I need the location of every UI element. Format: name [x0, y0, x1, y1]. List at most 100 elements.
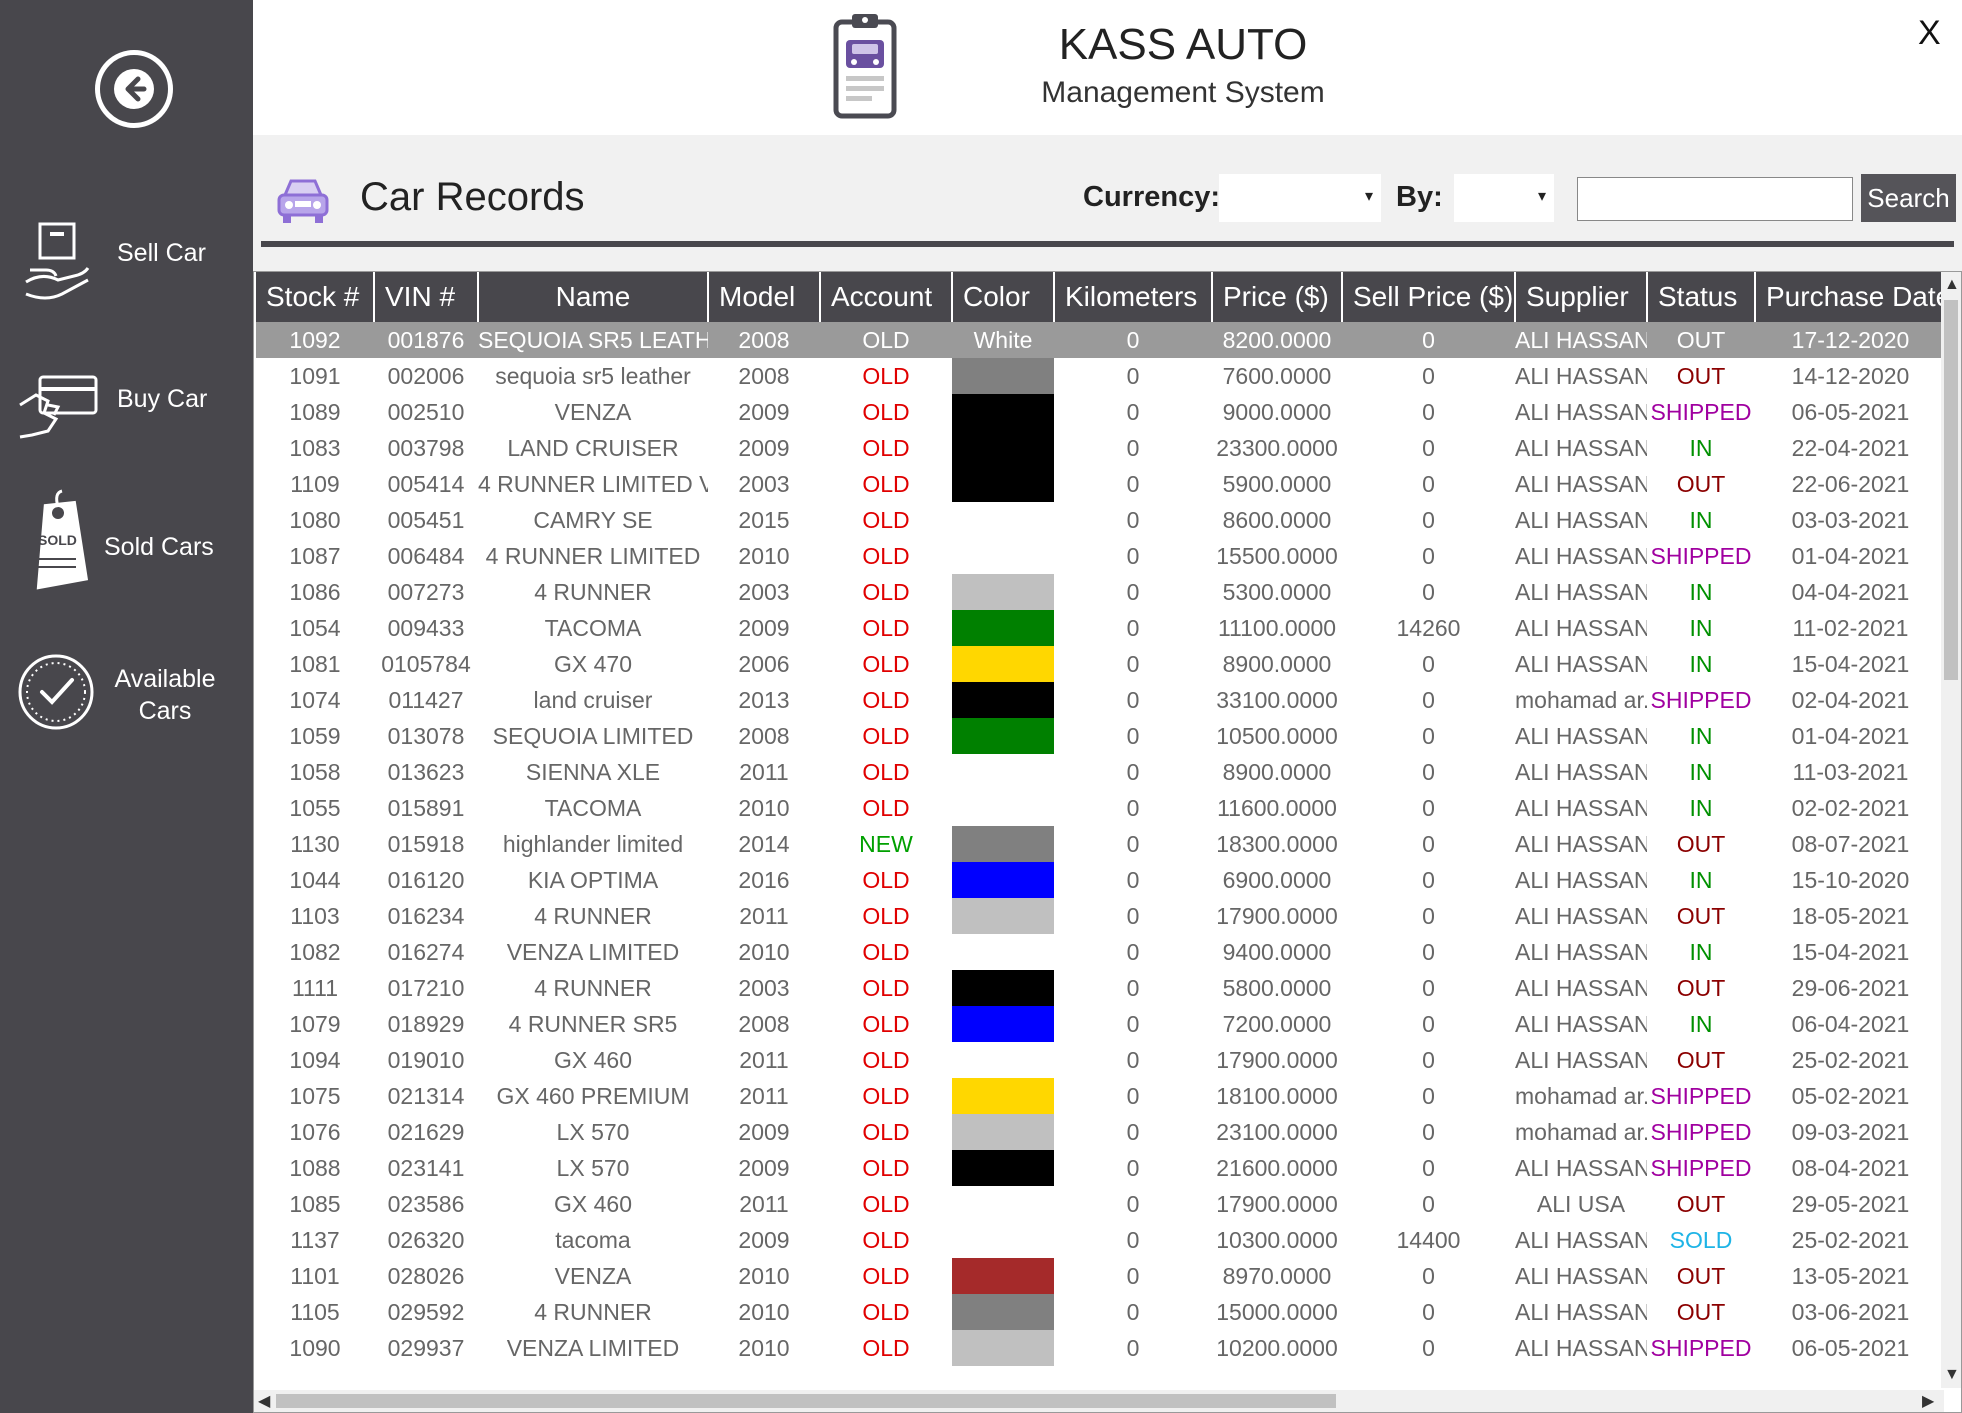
table-row[interactable]: 1094 019010 GX 460 2011 OLD 0 17900.0000 0 ALI H…: [256, 1042, 1946, 1078]
sidebar-item-buy-car[interactable]: Buy Car: [0, 365, 253, 455]
table-row[interactable]: 1103 016234 4 RUNNER 2011 OLD 0 17900.0000 0 ALI…: [256, 898, 1946, 934]
stock-cell: 1087: [289, 542, 341, 569]
table-row[interactable]: 1092001876SEQUOIA SR5 LEATHER2008 OLD Whit…: [256, 322, 1946, 358]
column-header-color[interactable]: Color: [952, 272, 1055, 322]
sell-price-cell: 0: [1422, 506, 1435, 533]
sidebar-item-label: Buy Car: [117, 385, 208, 413]
column-header-price[interactable]: Price ($): [1212, 272, 1343, 322]
vertical-scrollbar[interactable]: ▲ ▼: [1941, 272, 1961, 1388]
price-cell: 10300.0000: [1216, 1226, 1338, 1253]
account-value: OLD: [862, 1226, 910, 1253]
table-row[interactable]: 1082 016274 VENZA LIMITED 2010 OLD 0 9400.0000…: [256, 934, 1946, 970]
price-cell: 21600.0000: [1216, 1154, 1338, 1181]
table-row[interactable]: 1105 029592 4 RUNNER 2010 OLD 0 15000.0000 0 ALI…: [256, 1294, 1946, 1330]
back-button[interactable]: [95, 50, 173, 128]
scroll-right-icon[interactable]: ▶: [1922, 1391, 1934, 1411]
table-row[interactable]: 1085 023586 GX 460 2011 OLD 0 17900.0000 0 ALI U…: [256, 1186, 1946, 1222]
purchase-date-cell: 03-03-2021: [1791, 506, 1910, 533]
table-row[interactable]: 1080 005451 CAMRY SE 2015 OLD 0 8600.0000 0 ALI …: [256, 502, 1946, 538]
supplier-cell: ALI HASSAN: [1515, 1262, 1647, 1289]
table-row[interactable]: 1090 029937 VENZA LIMITED 2010 OLD 0 10200.000…: [256, 1330, 1946, 1366]
scroll-left-icon[interactable]: ◀: [258, 1391, 270, 1411]
column-header-name[interactable]: Name: [478, 272, 709, 322]
name-cell: VENZA LIMITED: [506, 1334, 680, 1361]
supplier-cell: ALI HASSAN: [1515, 1226, 1647, 1253]
column-header-supplier[interactable]: Supplier: [1515, 272, 1648, 322]
kilometers-cell: 0: [1126, 902, 1140, 929]
vin-cell: 019010: [387, 1046, 465, 1073]
table-row[interactable]: 1111 017210 4 RUNNER 2003 OLD 0 5800.0000 0 ALI …: [256, 970, 1946, 1006]
table-row[interactable]: 1137 026320 tacoma 2009 OLD 0 10300.0000 14400 A…: [256, 1222, 1946, 1258]
column-header-purchase-date[interactable]: Purchase Date: [1755, 272, 1947, 322]
model-cell: 2010: [738, 938, 790, 965]
vin-cell: 028026: [387, 1262, 465, 1289]
currency-dropdown[interactable]: ▾: [1219, 174, 1381, 222]
name-cell: 4 RUNNER LIMITED V8: [478, 470, 708, 497]
account-cell: OLD: [820, 862, 952, 898]
purchase-date-cell: 29-06-2021: [1791, 974, 1910, 1001]
price-cell: 9000.0000: [1222, 398, 1332, 425]
table-row[interactable]: 1075 021314 GX 460 PREMIUM 2011 OLD 0 18100.00…: [256, 1078, 1946, 1114]
sidebar-item-sold-cars[interactable]: SOLD Sold Cars: [0, 487, 253, 597]
vin-cell: 005414: [387, 470, 465, 497]
table-row[interactable]: 1076 021629 LX 570 2009 OLD 0 23100.0000 0 moham…: [256, 1114, 1946, 1150]
table-row[interactable]: 1074 011427 land cruiser 2013 OLD 0 33100.0000…: [256, 682, 1946, 718]
column-header-vin[interactable]: VIN #: [374, 272, 479, 322]
sidebar-item-sell-car[interactable]: Sell Car: [0, 215, 253, 315]
table-row[interactable]: 1059 013078 SEQUOIA LIMITED 2008 OLD 0 10500.0…: [256, 718, 1946, 754]
vin-cell: 006484: [387, 542, 465, 569]
table-row[interactable]: 1091 002006 sequoia sr5 leather 2008 OLD 0 760…: [256, 358, 1946, 394]
table-row[interactable]: 1130 015918 highlander limited 2014 NEW 0 1830…: [256, 826, 1946, 862]
purchase-date-cell: 09-03-2021: [1791, 1118, 1910, 1145]
divider: [261, 241, 1954, 247]
scroll-down-icon[interactable]: ▼: [1944, 1366, 1960, 1384]
account-value: OLD: [862, 542, 910, 569]
table-row[interactable]: 1087 006484 4 RUNNER LIMITED 2010 OLD 0 15500.…: [256, 538, 1946, 574]
vertical-scroll-thumb[interactable]: [1944, 300, 1958, 680]
status-cell: OUT: [1647, 1186, 1755, 1222]
sidebar-item-available-cars[interactable]: Available Cars: [0, 637, 253, 747]
column-header-account[interactable]: Account: [820, 272, 953, 322]
table-row[interactable]: 1054 009433 TACOMA 2009 OLD 0 11100.0000 14260 A…: [256, 610, 1946, 646]
table-row[interactable]: 1083 003798 LAND CRUISER 2009 OLD 0 23300.0000…: [256, 430, 1946, 466]
column-header-kilometers[interactable]: Kilometers: [1054, 272, 1213, 322]
table-row[interactable]: 1079 018929 4 RUNNER SR5 2008 OLD 0 7200.0000 0…: [256, 1006, 1946, 1042]
close-button[interactable]: X: [1918, 14, 1941, 53]
table-row[interactable]: 1109 005414 4 RUNNER LIMITED V8 2003 OLD 0 590…: [256, 466, 1946, 502]
table-row[interactable]: 1044 016120 KIA OPTIMA 2016 OLD 0 6900.0000 0 AL…: [256, 862, 1946, 898]
price-cell: 9400.0000: [1222, 938, 1332, 965]
scroll-up-icon[interactable]: ▲: [1944, 276, 1960, 294]
table-row[interactable]: 1058 013623 SIENNA XLE 2011 OLD 0 8900.0000 0 AL…: [256, 754, 1946, 790]
supplier-cell: ALI HASSAN: [1515, 1154, 1647, 1181]
table-row[interactable]: 1089 002510 VENZA 2009 OLD 0 9000.0000 0 ALI HAS…: [256, 394, 1946, 430]
column-header-sell-price[interactable]: Sell Price ($): [1342, 272, 1516, 322]
search-button[interactable]: Search: [1861, 174, 1956, 222]
model-cell: 2009: [738, 398, 790, 425]
search-input[interactable]: [1577, 177, 1853, 221]
table-row[interactable]: 1055 015891 TACOMA 2010 OLD 0 11600.0000 0 ALI H…: [256, 790, 1946, 826]
stock-cell: 1075: [289, 1082, 341, 1109]
horizontal-scrollbar[interactable]: ◀ ▶: [254, 1390, 1944, 1412]
model-cell: 2009: [738, 434, 790, 461]
status-value: OUT: [1676, 1046, 1726, 1073]
account-cell: OLD: [820, 610, 952, 646]
vin-cell: 023141: [387, 1154, 465, 1181]
status-cell: IN: [1647, 502, 1755, 538]
account-value: OLD: [862, 362, 910, 389]
supplier-cell: ALI HASSAN: [1515, 938, 1647, 965]
car-records-table[interactable]: Stock # VIN # Name Model Account Color K…: [253, 271, 1962, 1413]
column-header-model[interactable]: Model: [708, 272, 821, 322]
vin-cell: 0105784: [381, 650, 471, 677]
column-header-status[interactable]: Status: [1647, 272, 1756, 322]
stock-cell: 1089: [289, 398, 341, 425]
horizontal-scroll-thumb[interactable]: [276, 1394, 1336, 1408]
table-row[interactable]: 1081 0105784 GX 470 2006 OLD 0 8900.0000 0 ALI H…: [256, 646, 1946, 682]
table-row[interactable]: 1101 028026 VENZA 2010 OLD 0 8970.0000 0 ALI HAS…: [256, 1258, 1946, 1294]
account-value: OLD: [862, 1010, 910, 1037]
by-dropdown[interactable]: ▾: [1454, 174, 1554, 222]
table-row[interactable]: 1088 023141 LX 570 2009 OLD 0 21600.0000 0 ALI H…: [256, 1150, 1946, 1186]
column-header-stock[interactable]: Stock #: [256, 272, 375, 322]
table-row[interactable]: 1086 007273 4 RUNNER 2003 OLD 0 5300.0000 0 ALI …: [256, 574, 1946, 610]
price-cell: 8900.0000: [1222, 650, 1332, 677]
kilometers-cell: 0: [1126, 1298, 1140, 1325]
